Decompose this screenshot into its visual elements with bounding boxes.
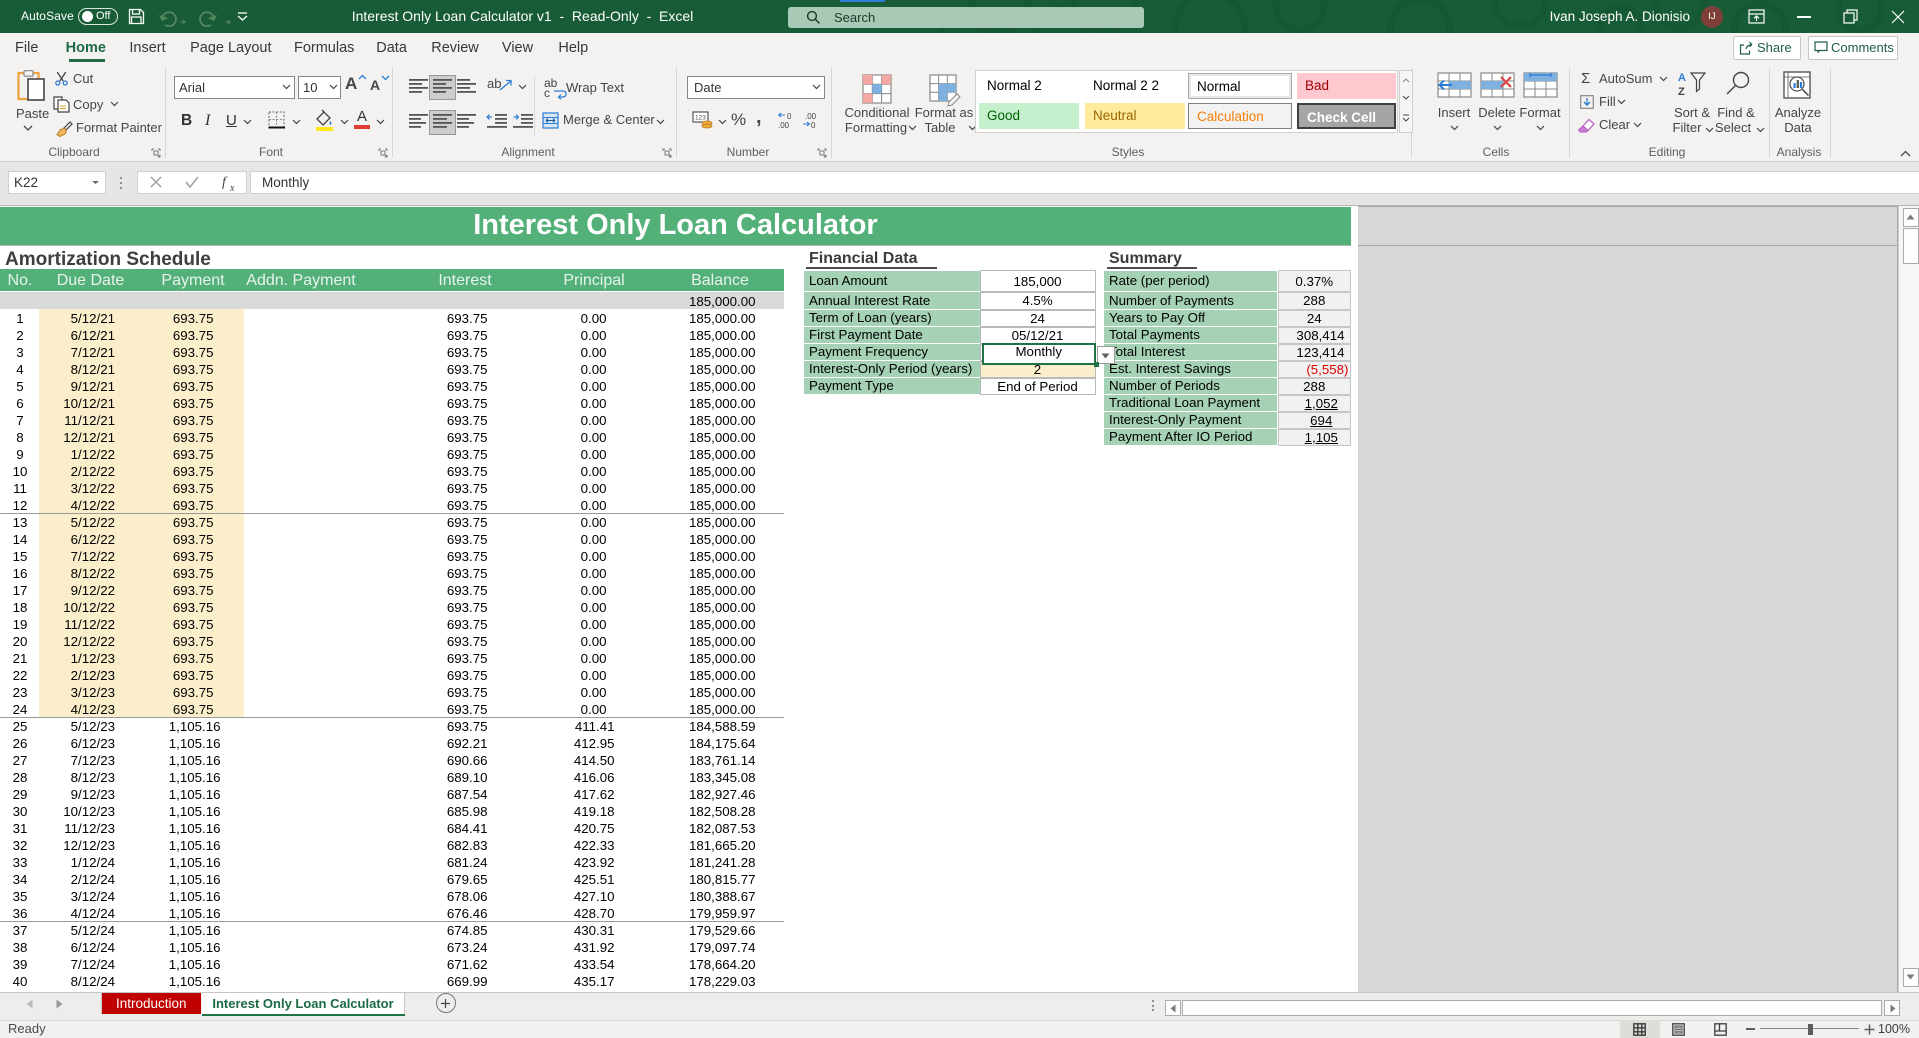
- svg-text:123: 123: [695, 115, 706, 122]
- svg-text:A: A: [1678, 72, 1686, 84]
- svg-text:.00: .00: [778, 121, 790, 130]
- svg-text:0: 0: [787, 112, 792, 121]
- svg-text:Z: Z: [1678, 86, 1685, 98]
